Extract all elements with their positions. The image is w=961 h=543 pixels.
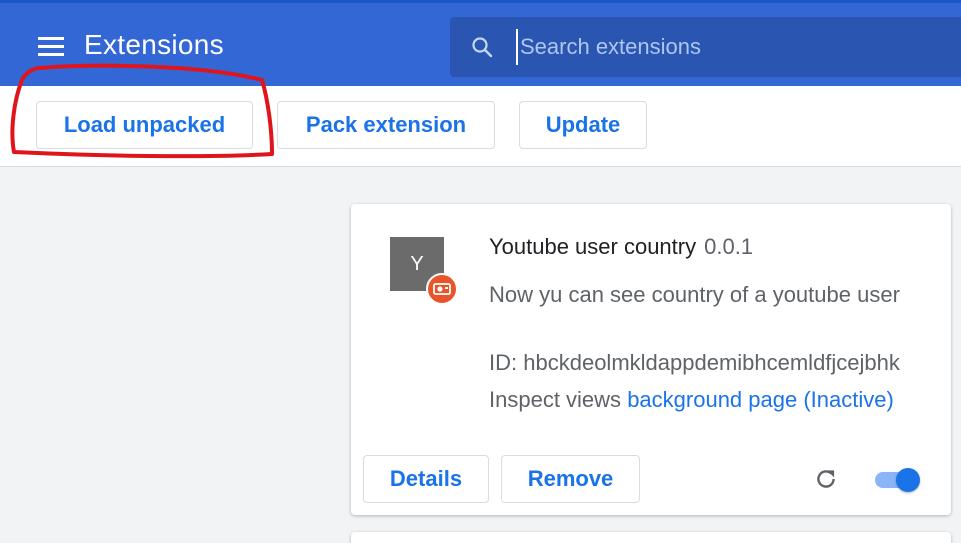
pack-extension-button[interactable]: Pack extension	[277, 101, 495, 149]
extension-badge-icon	[426, 273, 458, 305]
extension-name: Youtube user country 0.0.1	[489, 234, 753, 260]
details-button[interactable]: Details	[363, 455, 489, 503]
extension-card-next	[351, 532, 951, 543]
search-input[interactable]	[516, 29, 946, 65]
page-title: Extensions	[84, 29, 224, 60]
extension-description: Now yu can see country of a youtube user	[489, 282, 900, 307]
extension-name-text: Youtube user country	[489, 234, 697, 259]
app-header: Extensions	[0, 0, 961, 86]
search-icon	[472, 37, 493, 58]
extension-id-value: hbckdeolmkldappdemibhcemldfjcejbhk	[523, 350, 900, 375]
extension-icon-letter: Y	[410, 252, 424, 275]
menu-icon[interactable]	[38, 37, 64, 57]
inspect-views-label: Inspect views	[489, 387, 622, 412]
toggle-knob	[896, 468, 920, 492]
extension-id: ID: hbckdeolmkldappdemibhcemldfjcejbhk	[489, 350, 921, 376]
enable-toggle[interactable]	[875, 466, 923, 492]
developer-toolbar: Load unpacked Pack extension Update	[0, 86, 961, 167]
extension-version: 0.0.1	[704, 234, 754, 259]
extension-card: Y Youtube user country 0.0.1 Now yu can s…	[351, 204, 951, 515]
inspect-views: Inspect views background page (Inactive)	[489, 387, 921, 413]
background-page-link[interactable]: background page (Inactive)	[627, 387, 894, 412]
search-box[interactable]	[450, 17, 961, 77]
load-unpacked-button[interactable]: Load unpacked	[36, 101, 253, 149]
extension-id-label: ID:	[489, 350, 518, 375]
update-button[interactable]: Update	[519, 101, 647, 149]
remove-button[interactable]: Remove	[501, 455, 640, 503]
reload-icon[interactable]	[813, 466, 839, 492]
